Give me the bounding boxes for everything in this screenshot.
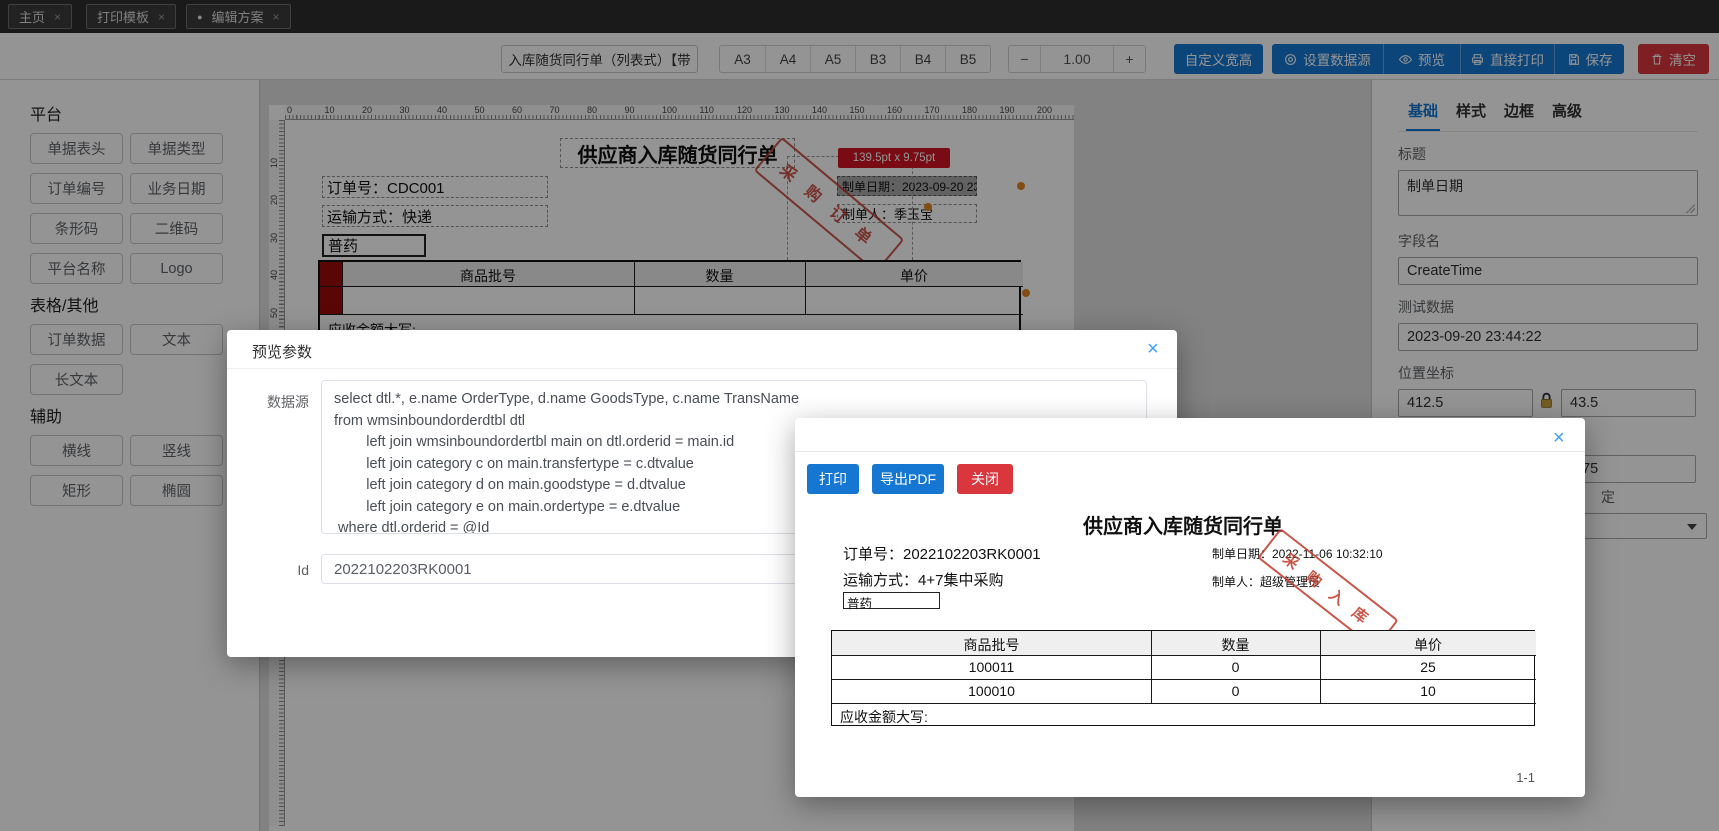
print-preview-modal: × 打印 导出PDF 关闭 供应商入库随货同行单 订单号：2022102203R… <box>795 418 1585 797</box>
id-label: Id <box>297 562 309 578</box>
table-cell: 10 <box>1420 683 1436 699</box>
print-button[interactable]: 打印 <box>807 464 859 494</box>
page-indicator: 1-1 <box>1516 770 1535 785</box>
preview-order-no: 订单号：2022102203RK0001 <box>843 546 1041 563</box>
preview-table: 商品批号 数量 单价 100011 0 25 100010 0 10 应收金额大写: <box>831 630 1536 726</box>
divider <box>795 451 1585 452</box>
preview-toolbar: 打印 导出PDF 关闭 <box>807 464 1013 494</box>
close-button[interactable]: 关闭 <box>957 464 1013 494</box>
divider <box>227 368 1177 369</box>
preview-transport: 运输方式：4+7集中采购 <box>843 572 1004 589</box>
table-cell: 100010 <box>968 683 1015 699</box>
preview-document: 供应商入库随货同行单 订单号：2022102203RK0001 制单日期：202… <box>831 504 1536 768</box>
close-icon[interactable]: × <box>1553 428 1565 448</box>
datasource-label: 数据源 <box>267 394 309 410</box>
preview-drug-type: 普药 <box>843 592 940 611</box>
table-cell: 100011 <box>968 659 1015 675</box>
amount-label: 应收金额大写: <box>840 709 928 725</box>
table-cell: 25 <box>1420 659 1436 675</box>
modal-title: 预览参数 <box>252 344 313 361</box>
table-cell: 0 <box>1231 659 1240 675</box>
export-pdf-button[interactable]: 导出PDF <box>872 464 944 494</box>
app-window: 主页 × 打印模板 × ● 编辑方案 × 入库随货同行单（列表式）【带 A3 A4… <box>0 0 1719 831</box>
table-header-cell: 数量 <box>1221 637 1250 653</box>
table-header-cell: 单价 <box>1414 637 1442 653</box>
table-header-cell: 商品批号 <box>963 637 1020 653</box>
preview-doc-title: 供应商入库随货同行单 <box>1083 516 1283 538</box>
table-cell: 0 <box>1231 683 1240 699</box>
close-icon[interactable]: × <box>1147 339 1159 359</box>
